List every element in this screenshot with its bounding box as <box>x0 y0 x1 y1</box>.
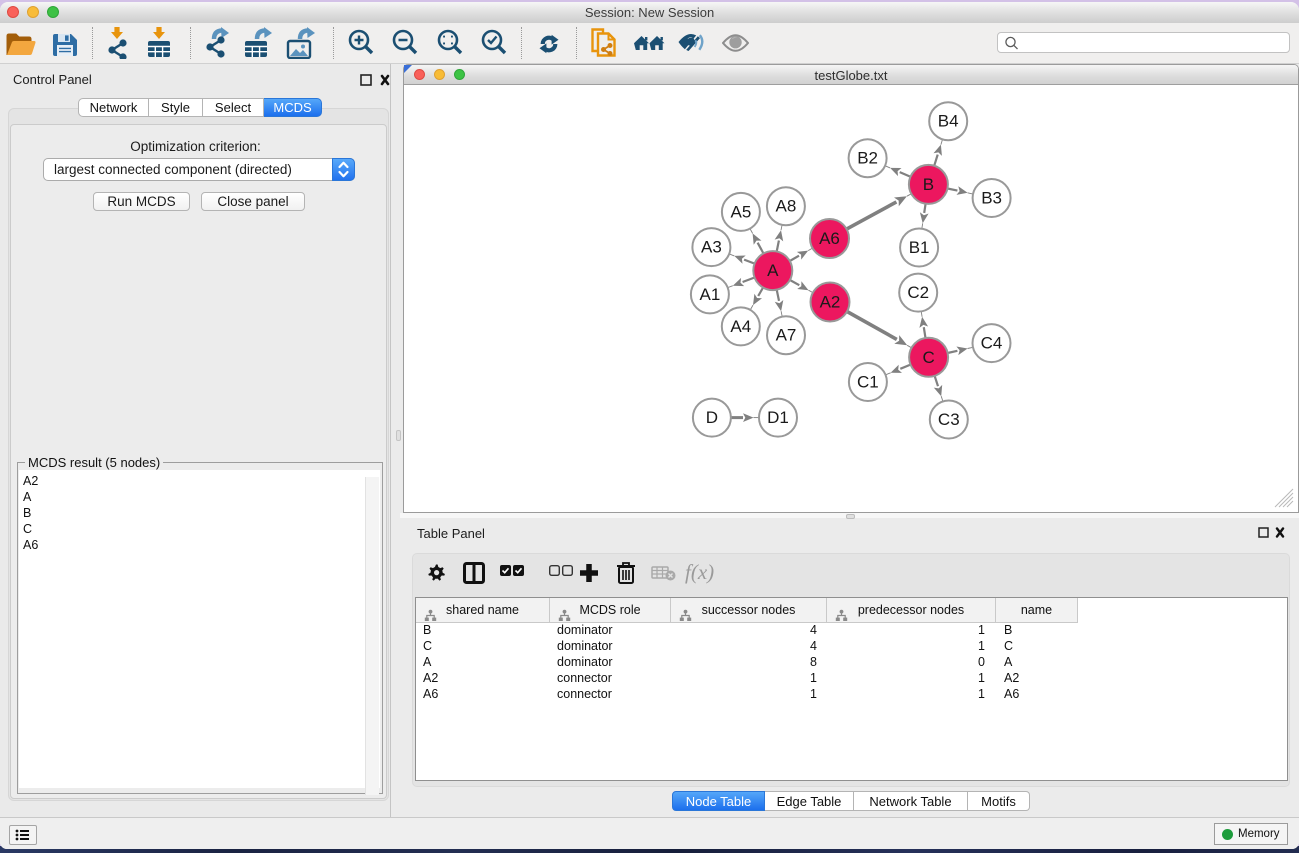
svg-text:D1: D1 <box>767 408 789 427</box>
svg-text:A6: A6 <box>819 229 840 248</box>
svg-text:B4: B4 <box>938 112 959 131</box>
svg-text:A5: A5 <box>731 202 752 221</box>
svg-text:A2: A2 <box>820 293 841 312</box>
svg-text:C: C <box>922 348 934 367</box>
svg-text:B: B <box>923 175 934 194</box>
svg-text:C4: C4 <box>981 334 1003 353</box>
svg-text:B3: B3 <box>981 189 1002 208</box>
svg-text:A7: A7 <box>776 326 797 345</box>
svg-text:A8: A8 <box>776 197 797 216</box>
svg-text:C3: C3 <box>938 410 960 429</box>
svg-text:B2: B2 <box>857 149 878 168</box>
svg-text:D: D <box>706 408 718 427</box>
svg-text:C2: C2 <box>907 283 929 302</box>
svg-text:C1: C1 <box>857 373 879 392</box>
svg-text:A: A <box>767 261 779 280</box>
svg-text:A3: A3 <box>701 238 722 257</box>
svg-text:A1: A1 <box>700 285 721 304</box>
svg-text:A4: A4 <box>730 317 751 336</box>
svg-text:B1: B1 <box>909 238 930 257</box>
